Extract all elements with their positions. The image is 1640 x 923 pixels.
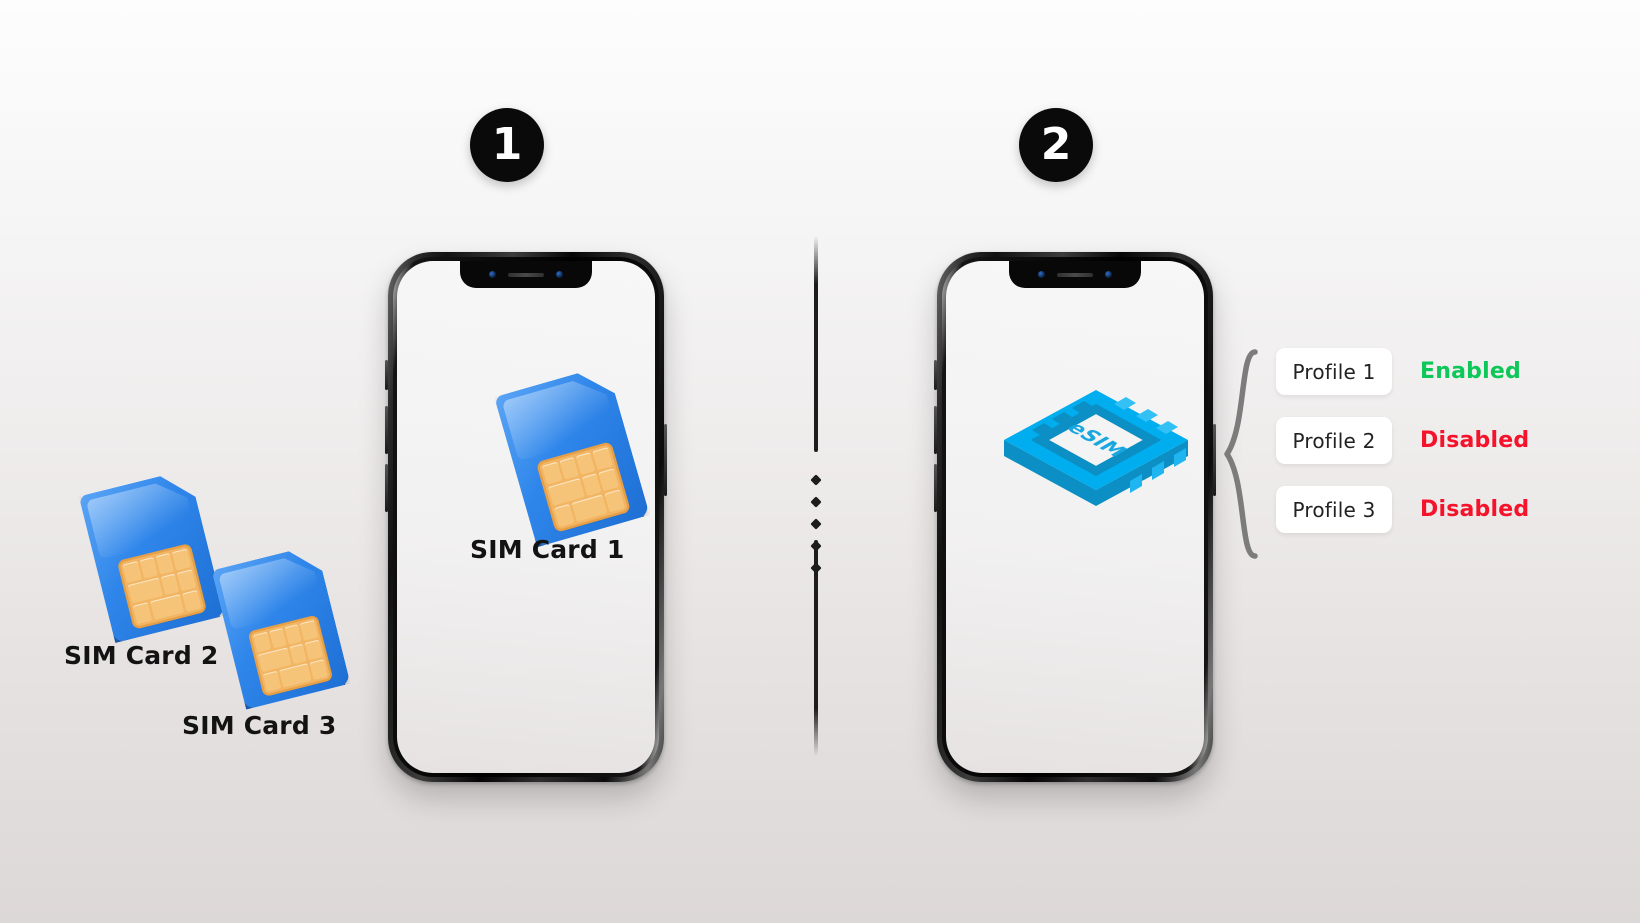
front-camera-icon xyxy=(489,271,496,278)
earpiece-speaker-icon xyxy=(508,272,544,277)
power-button xyxy=(664,424,667,496)
sim-card-1-label: SIM Card 1 xyxy=(470,535,625,564)
divider-dot xyxy=(810,496,822,508)
step-badge-1: 1 xyxy=(470,108,544,182)
step-badge-1-number: 1 xyxy=(491,119,523,170)
divider-dot xyxy=(810,518,822,530)
volume-down-button xyxy=(385,464,388,512)
phone-notch xyxy=(1009,261,1141,288)
volume-down-button xyxy=(934,464,937,512)
curly-brace-icon xyxy=(1224,349,1258,559)
profile-3-status: Disabled xyxy=(1420,497,1530,522)
profile-2-status: Disabled xyxy=(1420,428,1530,453)
proximity-sensor-icon xyxy=(556,271,563,278)
profile-row[interactable]: Profile 1 Enabled xyxy=(1276,348,1529,395)
volume-up-button xyxy=(934,406,937,454)
diagram-canvas: 1 2 SIM Card 2 SIM Card 3 SIM Card 1 eSI… xyxy=(0,0,1640,923)
phone-notch xyxy=(460,261,592,288)
esim-chip-icon: eSIM xyxy=(996,378,1196,506)
step-badge-2-number: 2 xyxy=(1040,119,1072,170)
profile-list: Profile 1 Enabled Profile 2 Disabled Pro… xyxy=(1276,348,1529,533)
profile-2-name[interactable]: Profile 2 xyxy=(1276,417,1392,464)
mute-switch xyxy=(934,360,937,390)
divider-line-bottom xyxy=(814,540,818,756)
volume-up-button xyxy=(385,406,388,454)
mute-switch xyxy=(385,360,388,390)
divider-line-top xyxy=(814,236,818,452)
profile-row[interactable]: Profile 3 Disabled xyxy=(1276,486,1529,533)
phone-esim xyxy=(934,252,1216,782)
divider-dot xyxy=(810,474,822,486)
step-badge-2: 2 xyxy=(1019,108,1093,182)
sim-card-3-label: SIM Card 3 xyxy=(182,711,337,740)
profile-row[interactable]: Profile 2 Disabled xyxy=(1276,417,1529,464)
front-camera-icon xyxy=(1038,271,1045,278)
profile-3-name[interactable]: Profile 3 xyxy=(1276,486,1392,533)
sim-card-icon xyxy=(79,469,225,643)
profile-1-name[interactable]: Profile 1 xyxy=(1276,348,1392,395)
power-button xyxy=(1213,424,1216,496)
earpiece-speaker-icon xyxy=(1057,272,1093,277)
sim-card-icon xyxy=(211,544,350,709)
section-divider xyxy=(810,236,822,756)
phone-screen xyxy=(946,261,1204,773)
profile-1-status: Enabled xyxy=(1420,359,1521,384)
proximity-sensor-icon xyxy=(1105,271,1112,278)
esim-chip-svg: eSIM xyxy=(1004,390,1188,506)
phone-frame-inner xyxy=(942,257,1208,777)
sim-card-2-label: SIM Card 2 xyxy=(64,641,219,670)
esim-profile-group: Profile 1 Enabled Profile 2 Disabled Pro… xyxy=(1222,348,1552,560)
